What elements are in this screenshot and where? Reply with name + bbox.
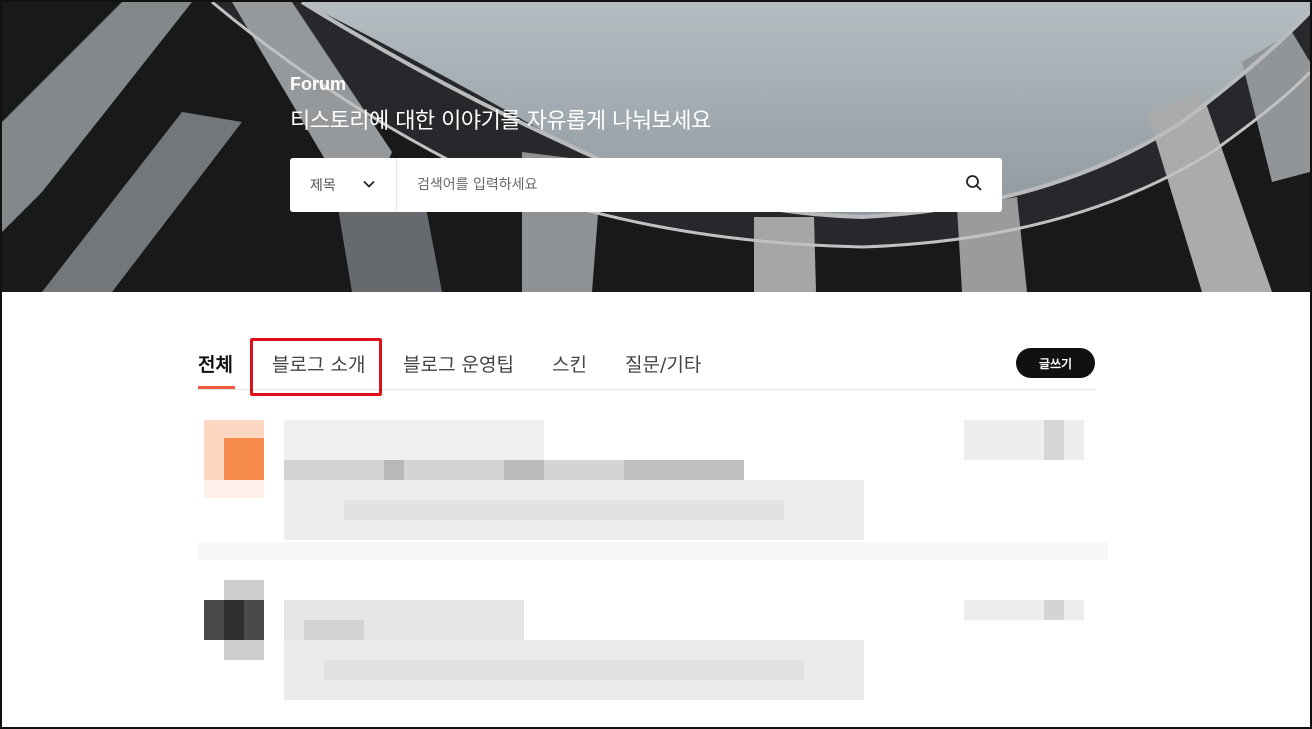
hero-background-image	[2, 2, 1310, 292]
list-item[interactable]	[198, 420, 1108, 560]
post-meta-blurred	[964, 600, 1084, 620]
highlight-annotation-box	[250, 338, 382, 396]
page-frame: Forum 티스토리에 대한 이야기를 자유롭게 나눠보세요 제목 전체 블로그…	[0, 0, 1312, 729]
post-title-blurred	[284, 420, 544, 460]
forum-kicker: Forum	[290, 74, 346, 94]
tab-skin[interactable]: 스킨	[552, 350, 587, 377]
search-icon	[965, 174, 983, 196]
active-tab-indicator	[198, 386, 235, 389]
search-bar: 제목	[290, 158, 1002, 212]
chevron-down-icon	[362, 176, 376, 195]
hero-text: Forum 티스토리에 대한 이야기를 자유롭게 나눠보세요	[290, 74, 711, 135]
list-item[interactable]	[198, 580, 1108, 702]
tab-all[interactable]: 전체	[198, 350, 233, 377]
hero-title: 티스토리에 대한 이야기를 자유롭게 나눠보세요	[290, 109, 711, 134]
search-field-select[interactable]: 제목	[290, 158, 397, 212]
tab-blog-tips[interactable]: 블로그 운영팁	[403, 350, 514, 377]
hero-banner: Forum 티스토리에 대한 이야기를 자유롭게 나눠보세요 제목	[2, 2, 1310, 292]
post-meta-blurred	[964, 420, 1084, 460]
write-post-button[interactable]: 글쓰기	[1016, 348, 1095, 378]
divider	[198, 542, 1108, 560]
search-input[interactable]	[397, 158, 946, 212]
tab-question-etc[interactable]: 질문/기타	[625, 350, 701, 377]
search-field-label: 제목	[310, 178, 336, 194]
search-button[interactable]	[946, 158, 1002, 212]
